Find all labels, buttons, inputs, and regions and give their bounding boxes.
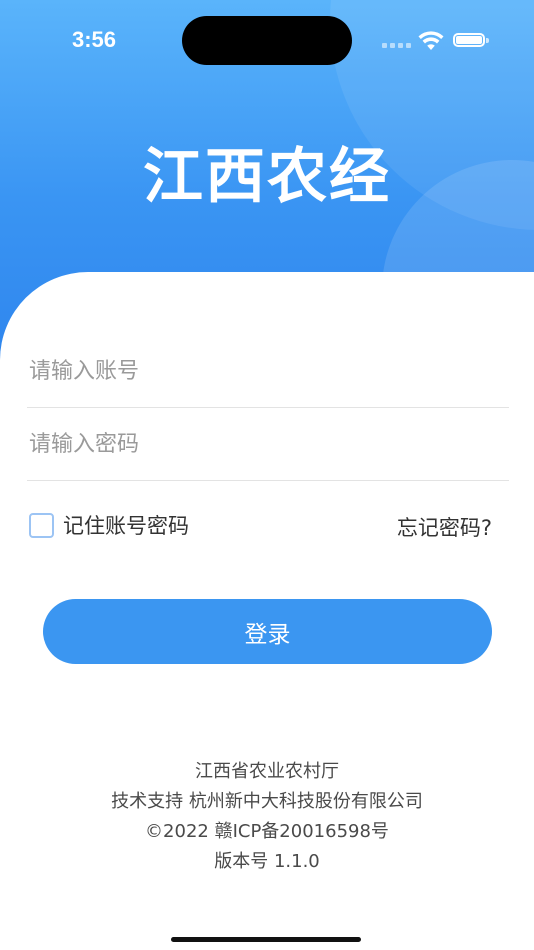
remember-password-toggle[interactable]: 记住账号密码 — [29, 510, 189, 540]
footer: 江西省农业农村厅 技术支持 杭州新中大科技股份有限公司 ©2022 赣ICP备2… — [0, 757, 534, 877]
status-time: 3:56 — [72, 27, 117, 52]
account-input[interactable] — [27, 336, 511, 407]
remember-checkbox[interactable] — [29, 512, 54, 538]
password-input[interactable] — [27, 409, 511, 480]
account-field — [27, 336, 511, 408]
password-field — [27, 409, 511, 481]
battery-tip — [486, 38, 489, 43]
wifi-icon — [418, 31, 444, 55]
cellular-signal-icon — [382, 43, 411, 48]
login-button[interactable]: 登录 — [43, 599, 492, 664]
footer-org: 江西省农业农村厅 — [195, 761, 339, 782]
footer-support: 技术支持 杭州新中大科技股份有限公司 — [111, 791, 423, 812]
footer-copyright: ©2022 赣ICP备20016598号 — [145, 821, 389, 842]
app-title: 江西农经 — [143, 142, 391, 212]
battery-icon — [453, 33, 485, 47]
forgot-password-link[interactable]: 忘记密码? — [397, 512, 492, 542]
dynamic-island — [182, 16, 352, 65]
remember-label: 记住账号密码 — [63, 514, 189, 538]
home-indicator — [171, 937, 361, 942]
footer-version: 版本号 1.1.0 — [214, 851, 320, 872]
